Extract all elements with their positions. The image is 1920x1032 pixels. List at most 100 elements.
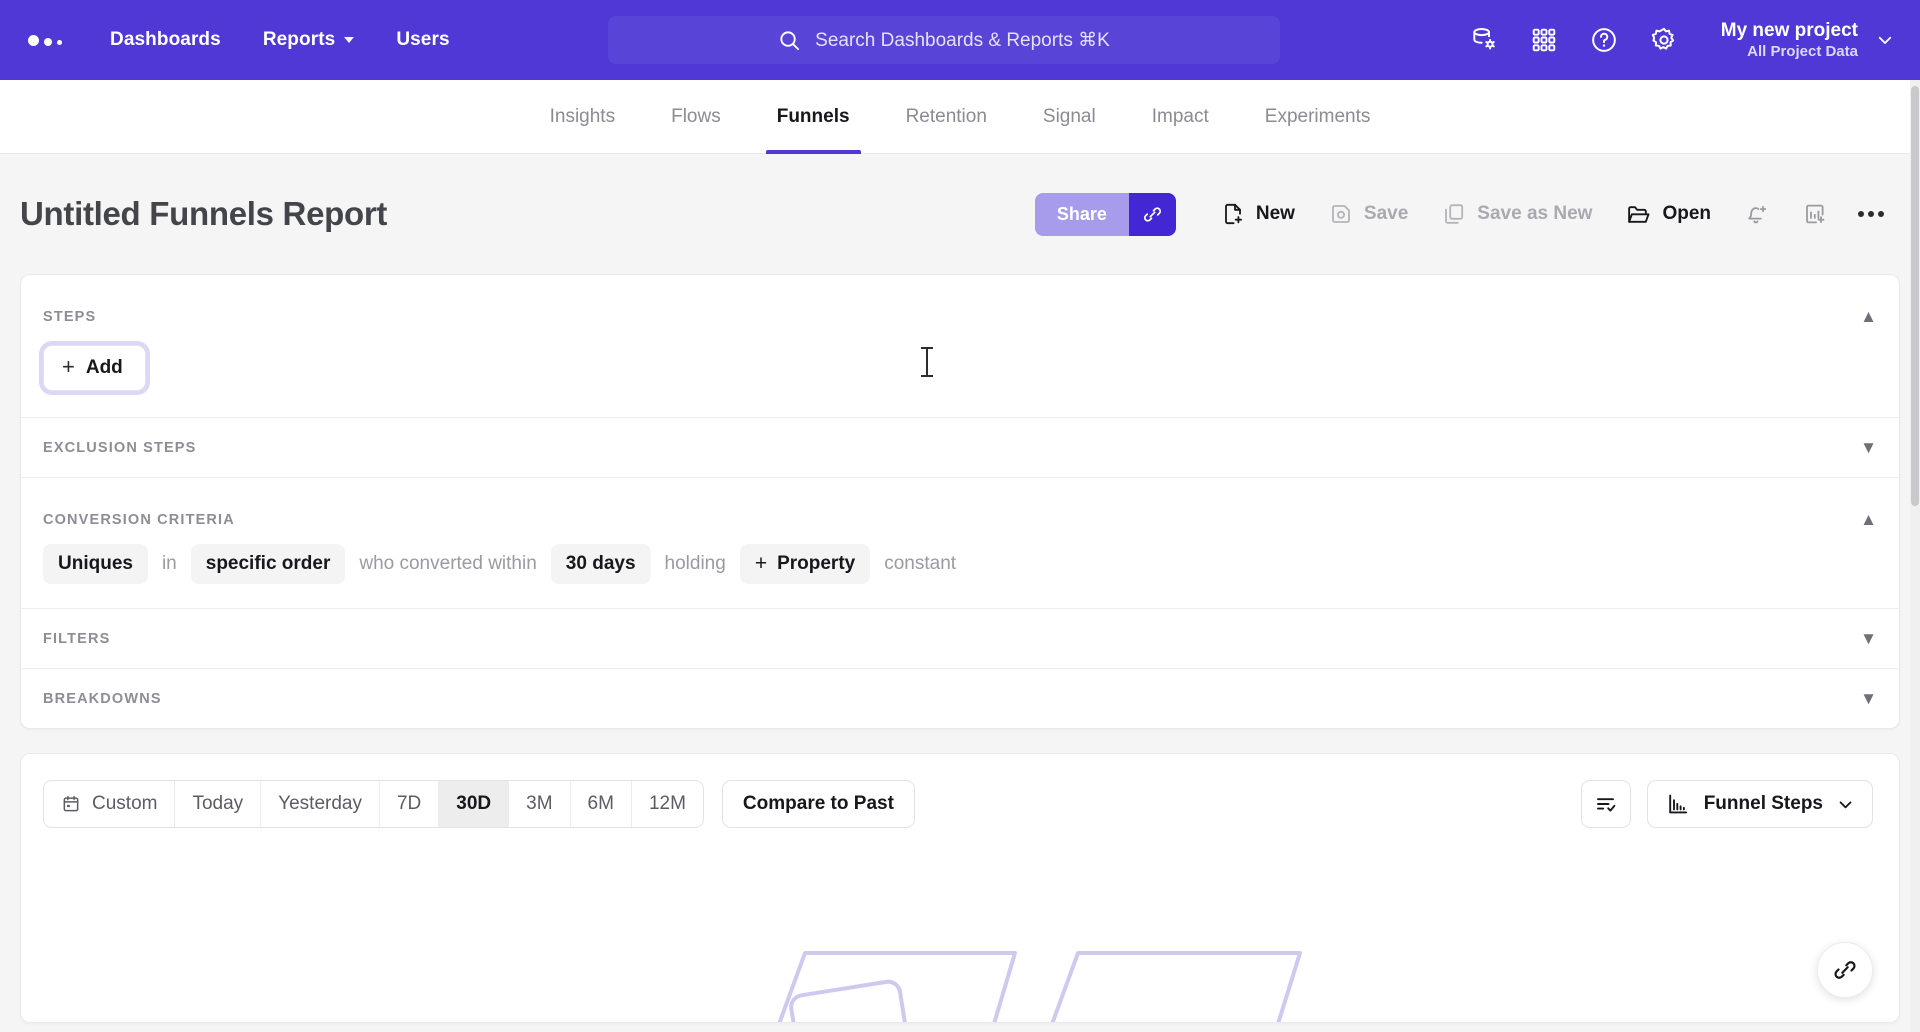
database-settings-icon[interactable] <box>1467 23 1501 57</box>
help-circle-icon[interactable] <box>1587 23 1621 57</box>
date-range-3m[interactable]: 3M <box>509 781 571 827</box>
steps-section-header[interactable]: STEPS ▲ <box>21 275 1899 331</box>
date-range-7d[interactable]: 7D <box>379 781 440 827</box>
add-step-button[interactable]: + Add <box>43 345 146 391</box>
date-range-today[interactable]: Today <box>175 781 262 827</box>
report-header: Untitled Funnels Report Share New Save S… <box>0 154 1920 274</box>
breakdowns-section-header[interactable]: BREAKDOWNS ▼ <box>21 669 1899 728</box>
link-icon <box>1143 206 1161 222</box>
nav-link-reports[interactable]: Reports <box>263 29 355 51</box>
date-range-label: 3M <box>526 793 553 814</box>
tab-flows[interactable]: Flows <box>669 80 723 154</box>
conversion-criteria-section-header[interactable]: CONVERSION CRITERIA ▲ <box>21 478 1899 534</box>
tab-retention[interactable]: Retention <box>904 80 989 154</box>
date-range-label: Custom <box>92 793 158 814</box>
sort-filter-icon <box>1596 798 1616 812</box>
date-range-label: 7D <box>396 793 422 814</box>
tab-label: Impact <box>1151 105 1209 127</box>
chart-view-selector[interactable]: Funnel Steps <box>1646 780 1873 828</box>
mixpanel-logo[interactable] <box>22 34 62 46</box>
tab-label: Signal <box>1042 105 1096 127</box>
text-cursor <box>921 347 933 377</box>
date-range-label: 6M <box>587 793 614 814</box>
plus-icon: + <box>754 551 768 575</box>
conversion-criteria-section: CONVERSION CRITERIA ▲ Uniques in specifi… <box>21 478 1899 609</box>
settings-gear-icon[interactable] <box>1647 23 1681 57</box>
save-as-new-label: Save as New <box>1477 203 1593 224</box>
steps-section: STEPS ▲ + Add <box>21 275 1899 418</box>
date-range-label: 12M <box>648 793 686 814</box>
save-as-new-button[interactable]: Save as New <box>1425 192 1609 236</box>
copy-link-button[interactable] <box>1128 192 1176 236</box>
chevron-down-icon <box>1878 36 1892 44</box>
share-button[interactable]: Share <box>1034 192 1129 236</box>
compare-label: Compare to Past <box>742 793 894 814</box>
chevron-up-icon[interactable]: ▲ <box>1860 511 1877 528</box>
tab-label: Funnels <box>776 105 850 127</box>
page-scrollbar-thumb[interactable] <box>1911 86 1919 506</box>
tab-impact[interactable]: Impact <box>1150 80 1211 154</box>
tab-funnels[interactable]: Funnels <box>765 80 861 154</box>
add-to-dashboard-button[interactable] <box>1786 192 1844 236</box>
tab-experiments[interactable]: Experiments <box>1263 80 1373 154</box>
add-alert-button[interactable] <box>1728 192 1786 236</box>
more-options-button[interactable] <box>1844 211 1898 217</box>
date-range-12m[interactable]: 12M <box>631 781 703 827</box>
new-label: New <box>1255 203 1295 224</box>
page-title[interactable]: Untitled Funnels Report <box>20 195 387 233</box>
step-order-selector[interactable]: specific order <box>190 544 346 584</box>
share-label: Share <box>1056 203 1107 224</box>
add-constant-property-button[interactable]: + Property <box>739 544 871 584</box>
add-alert-icon <box>1745 202 1769 226</box>
chevron-down-icon[interactable]: ▼ <box>1860 439 1877 456</box>
share-button-group: Share <box>1034 192 1176 236</box>
chevron-down-icon[interactable]: ▼ <box>1860 630 1877 647</box>
new-document-icon <box>1221 202 1245 226</box>
date-range-controls: Custom Today Yesterday 7D 30D 3M 6M 12M … <box>43 780 915 828</box>
top-navigation-bar: Dashboards Reports Users Search Dashboar… <box>0 0 1920 80</box>
save-button[interactable]: Save <box>1312 192 1425 236</box>
copy-icon <box>1442 202 1466 226</box>
date-range-custom[interactable]: Custom <box>44 781 176 827</box>
top-right-icons: My new project All Project Data <box>1467 19 1898 62</box>
date-range-label: Today <box>192 793 244 814</box>
new-button[interactable]: New <box>1204 192 1312 236</box>
criteria-connector-in: in <box>161 553 177 574</box>
nav-link-users[interactable]: Users <box>396 29 449 51</box>
open-label: Open <box>1662 203 1711 224</box>
tab-signal[interactable]: Signal <box>1041 80 1098 154</box>
date-range-6m[interactable]: 6M <box>570 781 632 827</box>
global-search-input[interactable]: Search Dashboards & Reports ⌘K <box>608 16 1280 64</box>
exclusion-steps-section-header[interactable]: EXCLUSION STEPS ▼ <box>21 418 1899 477</box>
property-label: Property <box>777 553 856 574</box>
query-builder-panel: STEPS ▲ + Add EXCLUSION STEPS ▼ CONVERSI… <box>20 274 1900 729</box>
nav-link-label: Dashboards <box>110 29 221 50</box>
open-button[interactable]: Open <box>1609 192 1728 236</box>
breakdowns-title: BREAKDOWNS <box>43 690 162 707</box>
date-range-label: 30D <box>456 793 492 814</box>
chevron-up-icon[interactable]: ▲ <box>1860 308 1877 325</box>
floating-link-button[interactable] <box>1817 942 1873 998</box>
chevron-down-icon[interactable]: ▼ <box>1860 690 1877 707</box>
sort-filter-button[interactable] <box>1580 780 1631 828</box>
report-actions-toolbar: Share New Save Save as New Open <box>1034 192 1898 236</box>
tab-insights[interactable]: Insights <box>548 80 617 154</box>
nav-link-label: Users <box>396 29 450 50</box>
steps-body: + Add <box>21 331 1899 417</box>
project-switcher[interactable]: My new project All Project Data <box>1721 19 1898 62</box>
apps-grid-icon[interactable] <box>1527 23 1561 57</box>
compare-to-past-button[interactable]: Compare to Past <box>721 780 915 828</box>
nav-link-dashboards[interactable]: Dashboards <box>110 29 221 51</box>
filters-title: FILTERS <box>43 630 111 647</box>
filters-section: FILTERS ▼ <box>21 609 1899 669</box>
counting-method-selector[interactable]: Uniques <box>43 544 148 584</box>
filters-section-header[interactable]: FILTERS ▼ <box>21 609 1899 668</box>
project-scope: All Project Data <box>1747 42 1858 60</box>
date-range-30d[interactable]: 30D <box>439 781 510 827</box>
date-range-segmented-control: Custom Today Yesterday 7D 30D 3M 6M 12M <box>43 780 704 828</box>
chart-view-label: Funnel Steps <box>1703 793 1823 814</box>
conversion-window-selector[interactable]: 30 days <box>550 544 651 584</box>
date-range-yesterday[interactable]: Yesterday <box>261 781 380 827</box>
criteria-connector-within: who converted within <box>359 553 537 574</box>
add-step-label: Add <box>85 357 123 378</box>
